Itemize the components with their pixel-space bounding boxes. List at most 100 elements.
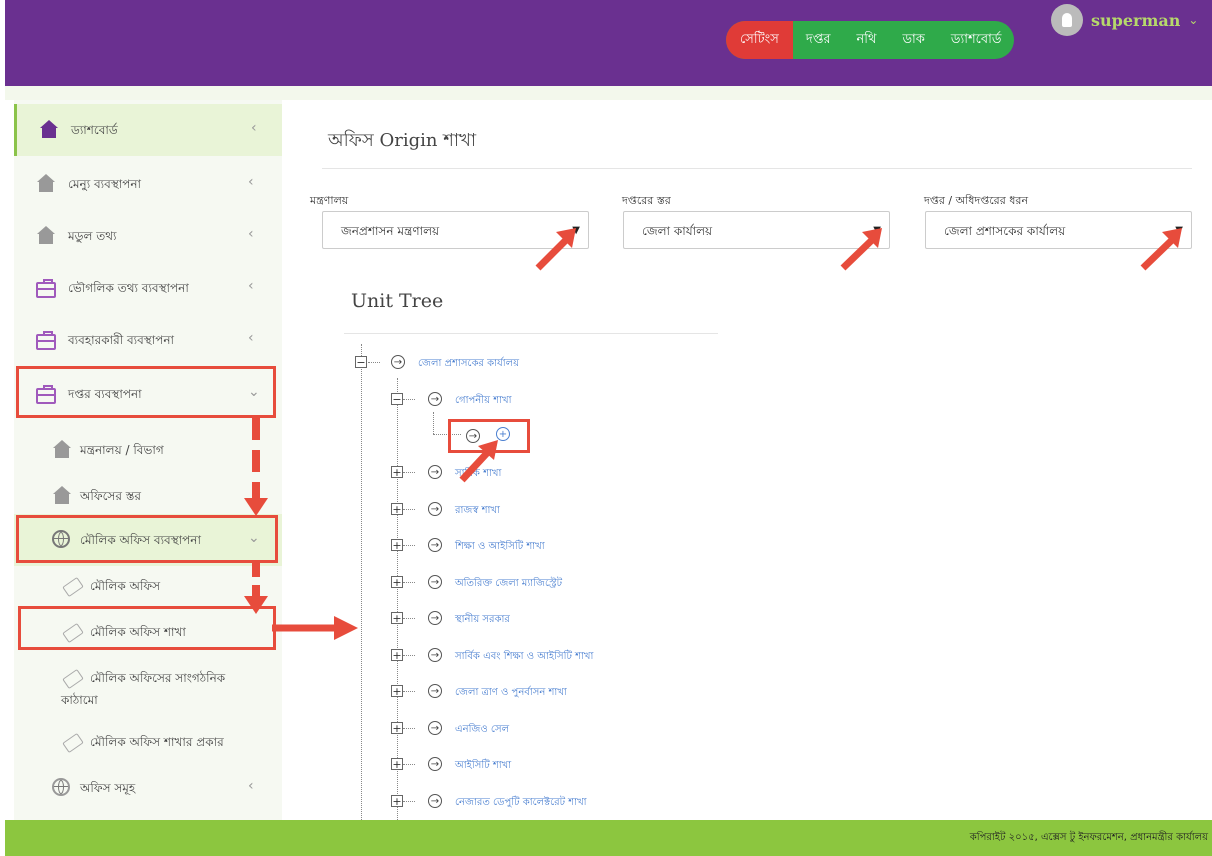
chevron-left-icon: ‹ bbox=[248, 778, 254, 794]
tree-node[interactable]: জেলা ত্রাণ ও পুনর্বাসন শাখা bbox=[455, 685, 567, 702]
sidebar-item-label: মেন্যু ব্যবস্থাপনা bbox=[68, 177, 142, 191]
tag-icon bbox=[62, 668, 84, 690]
tree-node[interactable]: এনজিও সেল bbox=[455, 722, 509, 739]
tree-line bbox=[403, 618, 415, 619]
nav-dak[interactable]: ডাক bbox=[889, 21, 937, 59]
tree-node-arrow-icon[interactable]: → bbox=[428, 538, 442, 552]
avatar[interactable] bbox=[1051, 4, 1083, 36]
sidebar-item-label: অফিসের স্তর bbox=[80, 489, 141, 503]
tree-node[interactable]: আইসিটি শাখা bbox=[455, 758, 511, 775]
tree-expand-toggle[interactable]: + bbox=[391, 795, 403, 807]
tree-expand-toggle[interactable]: + bbox=[391, 649, 403, 661]
sidebar-item-label: ড্যাশবোর্ড bbox=[71, 123, 118, 137]
sidebar-item-module[interactable]: মডুল তথ্য ‹ bbox=[14, 210, 282, 262]
tree-expand-toggle[interactable]: + bbox=[391, 685, 403, 697]
tree-collapse-toggle[interactable]: − bbox=[391, 393, 403, 405]
sidebar-item-origin-office[interactable]: মৌলিক অফিস bbox=[14, 560, 282, 612]
dropdown-arrow-icon: ▼ bbox=[873, 225, 881, 236]
chevron-left-icon: ‹ bbox=[248, 226, 254, 242]
tree-node-arrow-icon[interactable]: → bbox=[428, 392, 442, 406]
username[interactable]: superman bbox=[1091, 11, 1180, 30]
sidebar-item-label: মৌলিক অফিস bbox=[90, 579, 161, 593]
ministry-label: মন্ত্রণালয় bbox=[310, 194, 349, 207]
tree-expand-toggle[interactable]: + bbox=[391, 466, 403, 478]
highlight-origin-office-management bbox=[16, 515, 278, 563]
tree-node-arrow-icon[interactable]: → bbox=[428, 502, 442, 516]
tree-line bbox=[403, 655, 415, 656]
tree-line bbox=[403, 472, 415, 473]
chevron-left-icon: ‹ bbox=[248, 330, 254, 346]
tree-node[interactable]: সার্বিক এবং শিক্ষা ও আইসিটি শাখা bbox=[455, 649, 593, 666]
top-header: সেটিংস দপ্তর নথি ডাক ড্যাশবোর্ড superman… bbox=[5, 0, 1212, 86]
tree-node-arrow-icon[interactable]: → bbox=[428, 611, 442, 625]
home-icon bbox=[52, 440, 72, 460]
tree-expand-toggle[interactable]: + bbox=[391, 612, 403, 624]
tree-line bbox=[403, 691, 415, 692]
tree-node[interactable]: সার্বিক শাখা bbox=[455, 466, 501, 483]
sidebar-item-offices[interactable]: অফিস সমূহ ‹ bbox=[14, 762, 282, 814]
chevron-left-icon: ‹ bbox=[251, 120, 257, 136]
dropdown-arrow-icon: ▼ bbox=[1175, 225, 1183, 236]
nav-nothi[interactable]: নথি bbox=[844, 21, 890, 59]
tree-node-arrow-icon[interactable]: → bbox=[428, 648, 442, 662]
tree-line bbox=[361, 344, 362, 820]
office-type-select[interactable]: জেলা প্রশাসকের কার্যালয় ▼ bbox=[925, 211, 1192, 249]
office-layer-select-value: জেলা কার্যালয় bbox=[642, 224, 713, 238]
sidebar-item-geo[interactable]: ভৌগলিক তথ্য ব্যবস্থাপনা ‹ bbox=[14, 262, 282, 314]
sidebar-item-dashboard[interactable]: ড্যাশবোর্ড ‹ bbox=[14, 104, 282, 156]
sidebar-item-label: মৌলিক অফিসের সাংগঠনিক bbox=[90, 671, 226, 685]
tree-node-arrow-icon[interactable]: → bbox=[428, 684, 442, 698]
page-title: অফিস Origin শাখা bbox=[328, 130, 477, 151]
tree-node-arrow-icon[interactable]: → bbox=[428, 794, 442, 808]
tree-node[interactable]: অতিরিক্ত জেলা ম্যাজিস্ট্রেট bbox=[455, 576, 562, 593]
office-type-select-value: জেলা প্রশাসকের কার্যালয় bbox=[944, 224, 1066, 238]
user-menu[interactable]: superman ⌄ bbox=[1051, 4, 1198, 36]
office-layer-label: দপ্তরের স্তর bbox=[622, 194, 671, 207]
tree-node-arrow-icon[interactable]: → bbox=[428, 465, 442, 479]
tree-node[interactable]: স্থানীয় সরকার bbox=[455, 612, 510, 629]
main-content: অফিস Origin শাখা মন্ত্রণালয় জনপ্রশাসন ম… bbox=[300, 100, 1212, 820]
sidebar-item-ministry[interactable]: মন্ত্রনালয় / বিভাগ bbox=[14, 424, 282, 476]
tree-expand-toggle[interactable]: + bbox=[391, 503, 403, 515]
ministry-select[interactable]: জনপ্রশাসন মন্ত্রণালয় ▼ bbox=[322, 211, 589, 249]
sidebar-item-menu[interactable]: মেন্যু ব্যবস্থাপনা ‹ bbox=[14, 158, 282, 210]
sidebar-item-origin-organogram[interactable]: মৌলিক অফিসের সাংগঠনিক কাঠামো bbox=[14, 652, 282, 722]
tree-node-confidential[interactable]: গোপনীয় শাখা bbox=[455, 393, 511, 410]
tree-node-arrow-icon[interactable]: → bbox=[391, 355, 405, 369]
nav-office[interactable]: দপ্তর bbox=[793, 21, 844, 59]
tree-collapse-toggle[interactable]: − bbox=[355, 356, 367, 368]
chevron-left-icon: ‹ bbox=[248, 174, 254, 190]
tree-node-arrow-icon[interactable]: → bbox=[428, 721, 442, 735]
tag-icon bbox=[62, 732, 84, 754]
top-nav: সেটিংস দপ্তর নথি ডাক ড্যাশবোর্ড bbox=[726, 21, 1015, 59]
home-icon bbox=[36, 226, 56, 246]
tree-expand-toggle[interactable]: + bbox=[391, 758, 403, 770]
tree-expand-toggle[interactable]: + bbox=[391, 576, 403, 588]
tree-line bbox=[403, 764, 415, 765]
tree-line bbox=[403, 801, 415, 802]
office-type-label: দপ্তর / অধিদপ্তরের ধরন bbox=[924, 194, 1029, 207]
tag-icon bbox=[62, 576, 84, 598]
sidebar-item-origin-unit-type[interactable]: মৌলিক অফিস শাখার প্রকার bbox=[14, 716, 282, 768]
chevron-down-icon[interactable]: ⌄ bbox=[1188, 13, 1198, 27]
tree-node-arrow-icon[interactable]: → bbox=[428, 757, 442, 771]
sidebar-item-users[interactable]: ব্যবহারকারী ব্যবস্থাপনা ‹ bbox=[14, 314, 282, 366]
tree-line bbox=[397, 378, 398, 820]
tree-node[interactable]: রাজস্ব শাখা bbox=[455, 503, 500, 520]
tree-node[interactable]: শিক্ষা ও আইসিটি শাখা bbox=[455, 539, 545, 556]
tree-node-arrow-icon[interactable]: → bbox=[428, 575, 442, 589]
unit-tree-title: Unit Tree bbox=[351, 290, 444, 312]
tree-node[interactable]: নেজারত ডেপুটি কালেক্টরেট শাখা bbox=[455, 795, 587, 812]
office-layer-select[interactable]: জেলা কার্যালয় ▼ bbox=[623, 211, 890, 249]
sidebar-item-label: ভৌগলিক তথ্য ব্যবস্থাপনা bbox=[68, 281, 189, 295]
tree-line bbox=[403, 509, 415, 510]
nav-settings[interactable]: সেটিংস bbox=[726, 21, 793, 59]
tree-node-root[interactable]: জেলা প্রশাসকের কার্যালয় bbox=[418, 356, 519, 373]
briefcase-icon bbox=[36, 331, 56, 350]
tree-expand-toggle[interactable]: + bbox=[391, 722, 403, 734]
tree-line bbox=[368, 362, 380, 363]
nav-dashboard[interactable]: ড্যাশবোর্ড bbox=[938, 21, 1015, 59]
ministry-select-value: জনপ্রশাসন মন্ত্রণালয় bbox=[341, 224, 440, 238]
tree-expand-toggle[interactable]: + bbox=[391, 539, 403, 551]
tree-line bbox=[403, 545, 415, 546]
